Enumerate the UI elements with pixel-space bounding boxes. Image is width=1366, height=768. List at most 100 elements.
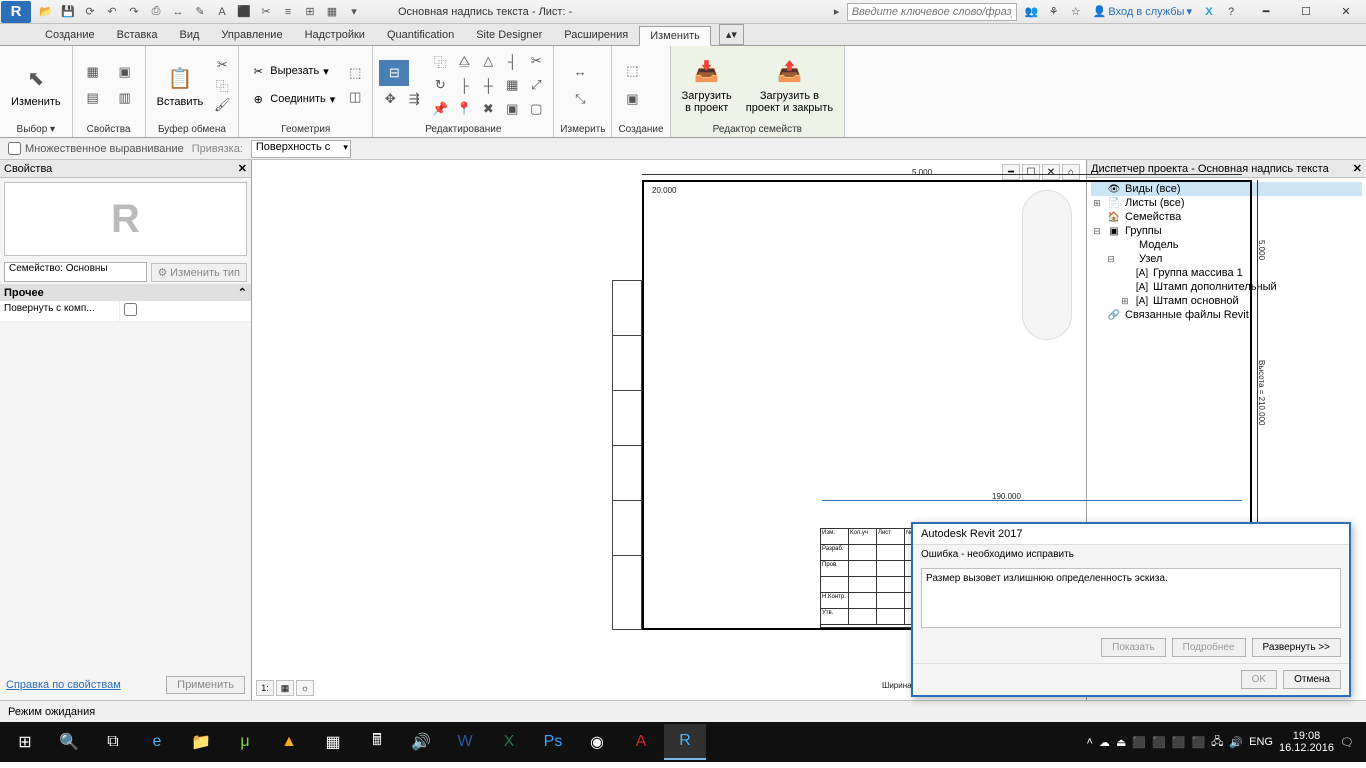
mirror-pick-button[interactable]: ⧋ [453,50,475,72]
calc-icon[interactable]: 🖩 [356,724,398,760]
tab-modify[interactable]: Изменить [639,26,711,46]
tray-cloud-icon[interactable]: ☁ [1099,736,1110,749]
group-header[interactable]: Прочее⌃ [0,284,251,301]
start-button[interactable]: ⊞ [4,724,46,760]
create-similar-icon[interactable]: ⬚ [618,58,646,84]
search-trigger-icon[interactable]: ▸ [827,3,847,21]
family-types-icon[interactable]: ▣ [111,60,139,84]
undo-icon[interactable]: ↶ [102,3,122,21]
copy-button[interactable]: ⿻ [429,50,451,72]
audio-icon[interactable]: 🔊 [400,724,442,760]
tray-up-icon[interactable]: ˄ [1087,736,1093,748]
split-button[interactable]: ✂ [525,50,547,72]
tab-create[interactable]: Создание [34,25,106,45]
view-max-icon[interactable]: ☐ [1022,164,1040,180]
revit-taskbar-icon[interactable]: R [664,724,706,760]
section-icon[interactable]: ✂ [256,3,276,21]
tray-nvidia-icon[interactable]: ⬛ [1132,736,1146,749]
tray-notif-icon[interactable]: 🗨 [1340,736,1354,749]
snap-combo[interactable]: Поверхность с [251,140,351,158]
pin-button[interactable]: 📌 [429,98,451,120]
total-cmd-icon[interactable]: ▦ [312,724,354,760]
app-logo[interactable]: R [1,1,31,23]
copy-icon[interactable]: ⿻ [212,76,232,94]
photoshop-icon[interactable]: Ps [532,724,574,760]
qat-dropdown-icon[interactable]: ▾ [344,3,364,21]
cut-geometry-button[interactable]: ✂Вырезать▾ [245,61,340,81]
group-button[interactable]: ▣ [501,98,523,120]
chrome-icon[interactable]: ◉ [576,724,618,760]
wall-join-icon[interactable]: ◫ [344,86,366,108]
move-button[interactable]: ✥ [379,88,401,110]
measure-icon[interactable]: ↔ [168,3,188,21]
tray-clock[interactable]: 19:08 16.12.2016 [1279,730,1334,754]
view-min-icon[interactable]: ━ [1002,164,1020,180]
properties-icon[interactable]: ▦ [79,60,107,84]
measure-dist-button[interactable]: ↔ [560,58,600,84]
type-props-icon[interactable]: ▤ [79,86,107,110]
rotate-button[interactable]: ↻ [429,74,451,96]
cut-icon[interactable]: ✂ [212,56,232,74]
tray-dropbox-icon[interactable]: ⬛ [1152,736,1166,749]
tray-net-icon[interactable]: 🖧 [1211,733,1223,752]
tray-vol-icon[interactable]: 🔊 [1229,736,1243,749]
visual-icon[interactable]: ☼ [296,680,314,696]
scale-icon[interactable]: 1: [256,680,274,696]
ungroup-button[interactable]: ▢ [525,98,547,120]
maximize-button[interactable]: ☐ [1286,1,1326,23]
search-input[interactable] [847,3,1017,21]
tab-insert[interactable]: Вставка [106,25,169,45]
view3d-icon[interactable]: ⬛ [234,3,254,21]
browser-close-icon[interactable]: ✕ [1353,162,1362,175]
expand-button[interactable]: Развернуть >> [1252,638,1341,657]
save-icon[interactable]: 💾 [58,3,78,21]
edge-icon[interactable]: e [136,724,178,760]
sync-icon[interactable]: ⟳ [80,3,100,21]
excel-icon[interactable]: X [488,724,530,760]
tray-usb-icon[interactable]: ⏏ [1116,736,1126,749]
detail-icon[interactable]: ▦ [276,680,294,696]
offset-button[interactable]: ⇶ [403,88,425,110]
open-icon[interactable]: 📂 [36,3,56,21]
unpin-button[interactable]: 📍 [453,98,475,120]
subscription-icon[interactable]: 👥 [1023,3,1041,21]
trim-single-button[interactable]: ┼ [477,74,499,96]
tray-lang[interactable]: ENG [1249,736,1273,748]
scale-button[interactable]: ⤢ [525,74,547,96]
create-group-icon[interactable]: ▣ [618,86,646,112]
minimize-button[interactable]: ━ [1246,1,1286,23]
tab-quant[interactable]: Quantification [376,25,465,45]
tab-ext[interactable]: Расширения [553,25,639,45]
match-icon[interactable]: 🖌 [212,96,232,114]
help-icon[interactable]: ? [1222,3,1240,21]
load-into-project-button[interactable]: 📥 Загрузить в проект [677,48,737,122]
modify-tool-button[interactable]: ⬉ Изменить [6,48,66,122]
autocad-icon[interactable]: A [620,724,662,760]
prop-value[interactable] [120,301,251,321]
word-icon[interactable]: W [444,724,486,760]
close-hidden-icon[interactable]: ⊞ [300,3,320,21]
array-button[interactable]: ▦ [501,74,523,96]
dim-icon[interactable]: ✎ [190,3,210,21]
extend-button[interactable]: ├ [453,74,475,96]
tab-site[interactable]: Site Designer [465,25,553,45]
tray-bt-icon[interactable]: ⬛ [1191,736,1205,749]
load-close-button[interactable]: 📤 Загрузить в проект и закрыть [741,48,838,122]
multi-align-checkbox[interactable]: Множественное выравнивание [8,142,184,155]
signin-button[interactable]: 👤Вход в службы▾ [1089,5,1196,18]
tab-addins[interactable]: Надстройки [294,25,376,45]
switch-win-icon[interactable]: ▦ [322,3,342,21]
edit-type-button[interactable]: ⚙ Изменить тип [151,263,247,282]
delete-button[interactable]: ✖ [477,98,499,120]
text-icon[interactable]: A [212,3,232,21]
close-button[interactable]: ✕ [1326,1,1366,23]
search-taskbar-icon[interactable]: 🔍 [48,724,90,760]
notch-icon[interactable]: ⬚ [344,62,366,84]
cancel-button[interactable]: Отмена [1283,670,1341,689]
tab-manage[interactable]: Управление [210,25,293,45]
explorer-icon[interactable]: 📁 [180,724,222,760]
family-type-combo[interactable]: Семейство: Основны [4,262,147,282]
favorite-icon[interactable]: ☆ [1067,3,1085,21]
join-geometry-button[interactable]: ⊕Соединить▾ [245,89,340,109]
view-close-icon[interactable]: ✕ [1042,164,1060,180]
